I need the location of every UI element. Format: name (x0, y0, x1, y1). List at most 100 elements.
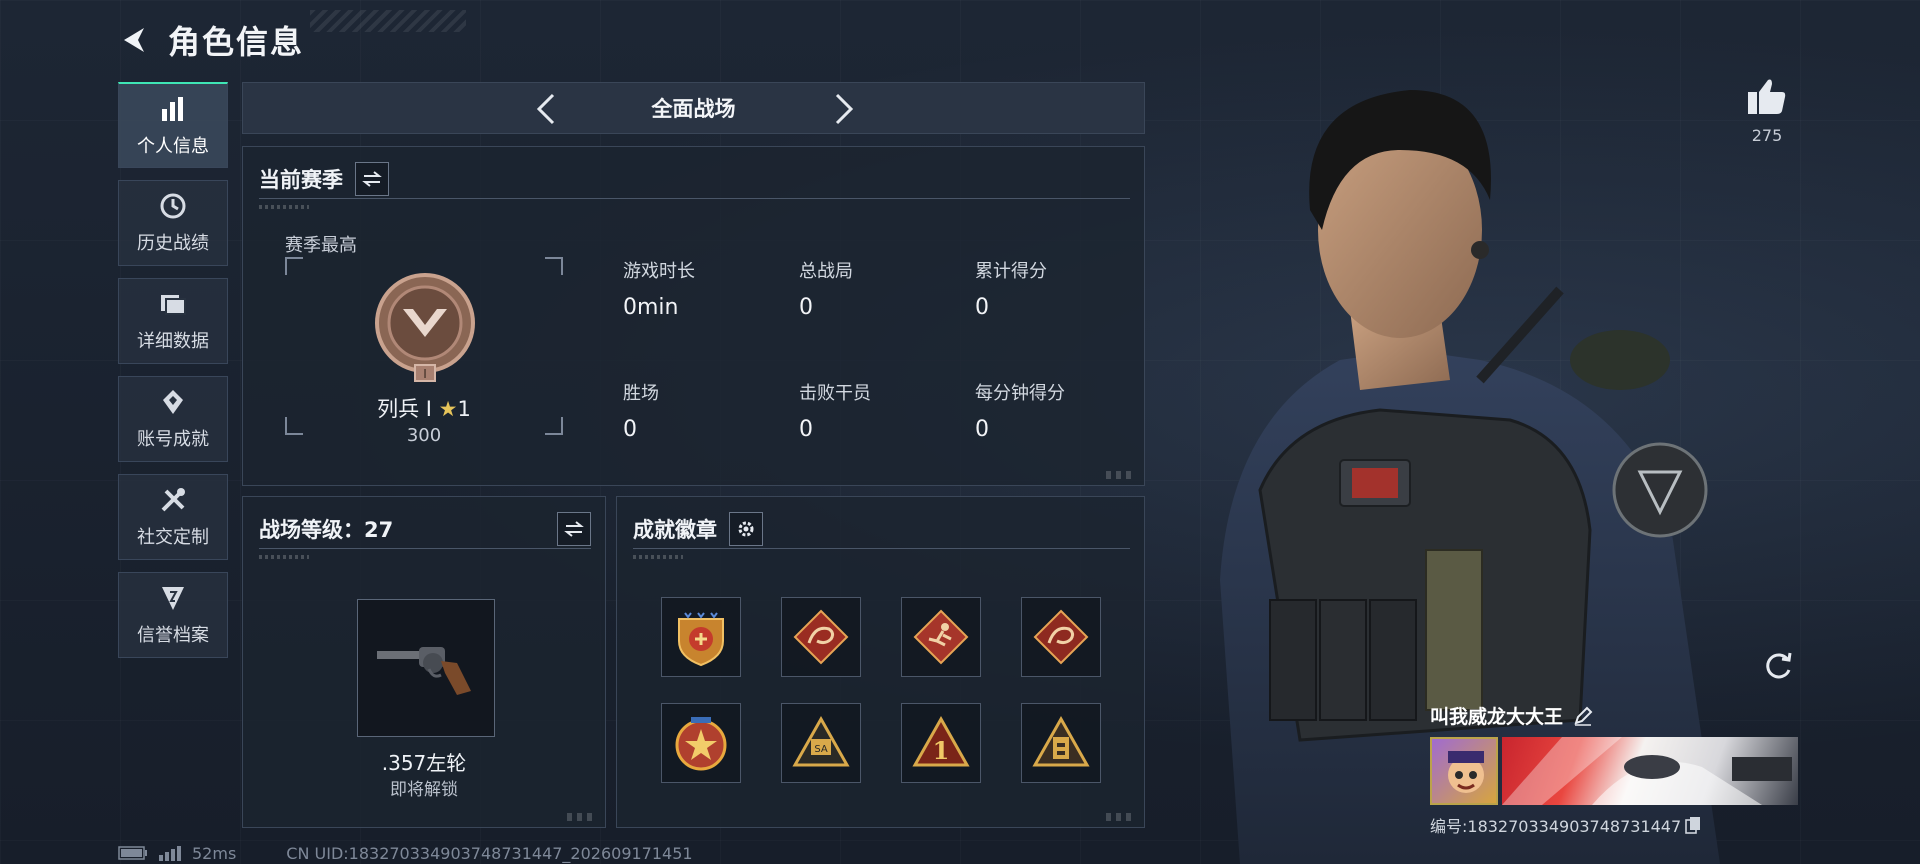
weapon-name: .357左轮 (381, 751, 467, 775)
tower-badge-icon (1032, 715, 1090, 767)
like-section: 275 (1744, 76, 1790, 145)
stat-total-matches: 总战局 0 (799, 257, 959, 320)
nav-label: 社交定制 (137, 527, 209, 548)
copy-icon[interactable] (1685, 816, 1701, 834)
nav-item-detailed-data[interactable]: 详细数据 (118, 278, 228, 364)
badge-star-medal[interactable] (661, 703, 741, 783)
player-avatar[interactable] (1430, 737, 1498, 805)
badge-sa-triangle[interactable]: SA (781, 703, 861, 783)
tools-icon (161, 488, 185, 512)
badge-shield-star[interactable] (661, 597, 741, 677)
nav-label: 历史战绩 (137, 233, 209, 254)
achievement-badges-panel: 成就徽章 SA 1 (616, 496, 1145, 828)
achievement-icon (163, 390, 183, 414)
badge-number-one[interactable]: 1 (901, 703, 981, 783)
mode-next-arrow-icon[interactable] (827, 91, 861, 127)
tick-decoration (633, 555, 683, 559)
battery-icon (118, 846, 147, 860)
rank-emblem-icon: I (375, 273, 475, 382)
player-id-row: 编号:1832703349037487314​47 (1430, 813, 1800, 837)
stat-value: 0 (975, 417, 989, 442)
like-count: 275 (1751, 126, 1783, 145)
nav-item-personal-info[interactable]: 个人信息 (118, 82, 228, 168)
mode-selector: 全面战场 (242, 82, 1145, 134)
stat-value: 0min (623, 295, 679, 320)
page-title: 角色信息 (168, 23, 305, 61)
stat-label: 总战局 (799, 261, 853, 282)
mode-prev-arrow-icon[interactable] (529, 91, 563, 127)
season-peak-label: 赛季最高 (285, 235, 357, 256)
credit-shield-icon (162, 587, 184, 610)
number-one-badge-icon: 1 (912, 715, 970, 767)
badge-tower[interactable] (1021, 703, 1101, 783)
frame-corner (285, 257, 303, 275)
nav-item-social-custom[interactable]: 社交定制 (118, 474, 228, 560)
nav-item-credit-record[interactable]: 信誉档案 (118, 572, 228, 658)
corner-decoration (1106, 813, 1136, 821)
stat-wins: 胜场 0 (623, 379, 783, 442)
dragon-badge-icon (793, 609, 849, 665)
uid-text: CN UID:183270334903748731447_20260917145… (286, 843, 693, 863)
runner-badge-icon (913, 609, 969, 665)
panel-header: 战场等级：27 (259, 509, 591, 549)
stat-label: 击败干员 (799, 383, 871, 404)
refresh-icon[interactable] (1762, 648, 1796, 682)
star-icon: ★ (438, 397, 458, 421)
side-nav: 个人信息 历史战绩 详细数据 账号成就 社交定制 信誉档案 (118, 82, 228, 670)
player-id: 编号:1832703349037487314​47 (1430, 817, 1682, 836)
page-header: 角色信息 (118, 18, 304, 62)
frame-corner (545, 257, 563, 275)
nav-label: 信誉档案 (137, 625, 209, 646)
rank-name: 列兵 Ⅰ ★1 (285, 393, 563, 423)
level-switch-button[interactable] (557, 511, 591, 546)
back-arrow-icon[interactable] (118, 23, 152, 57)
mode-title: 全面战场 (651, 97, 736, 121)
nav-item-achievements[interactable]: 账号成就 (118, 376, 228, 462)
stat-score-per-minute: 每分钟得分 0 (975, 379, 1135, 442)
tick-decoration (259, 205, 309, 209)
stat-value: 0 (623, 417, 637, 442)
weapon-reward-slot[interactable] (357, 599, 495, 737)
badge-runner[interactable] (901, 597, 981, 677)
stat-label: 累计得分 (975, 261, 1047, 282)
stat-kills: 击败干员 0 (799, 379, 959, 442)
sa-triangle-badge-icon: SA (792, 715, 850, 767)
stat-label: 每分钟得分 (975, 383, 1065, 404)
status-footer: 52ms CN UID:183270334903748731447_202609… (118, 843, 693, 863)
rank-score: 300 (406, 425, 442, 446)
badge-dragon-2[interactable] (1021, 597, 1101, 677)
badges-title: 成就徽章 (633, 517, 717, 542)
panel-header: 当前赛季 (259, 159, 1130, 199)
badge-dragon[interactable] (781, 597, 861, 677)
avatar-character-image (1448, 751, 1484, 793)
dragon-badge-icon (1033, 609, 1089, 665)
rank-title: 列兵 Ⅰ (377, 397, 432, 421)
rank-frame: I 列兵 Ⅰ ★1 300 (285, 257, 563, 446)
season-title: 当前赛季 (259, 167, 343, 192)
player-name: 叫我威龙大大王 (1430, 706, 1564, 728)
name-card-banner[interactable] (1502, 737, 1798, 805)
title-decoration (310, 10, 466, 32)
rank-stars: 1 (457, 397, 471, 421)
stat-label: 游戏时长 (623, 261, 695, 282)
nav-label: 详细数据 (137, 331, 209, 352)
svg-text:SA: SA (814, 744, 828, 755)
current-season-panel: 当前赛季 赛季最高 I 列兵 Ⅰ ★1 300 游戏时长 0min 总战局 0 … (242, 146, 1145, 486)
stat-total-score: 累计得分 0 (975, 257, 1135, 320)
season-switch-button[interactable] (355, 161, 389, 196)
folder-icon (161, 295, 186, 315)
ping-value: 52ms (192, 843, 237, 863)
thumbs-up-icon[interactable] (1744, 76, 1790, 116)
stat-value: 0 (799, 295, 813, 320)
badge-settings-button[interactable] (729, 511, 763, 546)
edit-pencil-icon[interactable] (1573, 706, 1593, 726)
battlefield-level-panel: 战场等级：27 .357左轮 即将解锁 (242, 496, 606, 828)
nav-item-history[interactable]: 历史战绩 (118, 180, 228, 266)
stat-label: 胜场 (623, 383, 659, 404)
corner-decoration (1106, 471, 1136, 479)
panel-header: 成就徽章 (633, 509, 1130, 549)
swap-icon (564, 520, 584, 537)
corner-decoration (567, 813, 597, 821)
svg-text:I: I (423, 367, 427, 381)
nav-label: 账号成就 (137, 429, 209, 450)
